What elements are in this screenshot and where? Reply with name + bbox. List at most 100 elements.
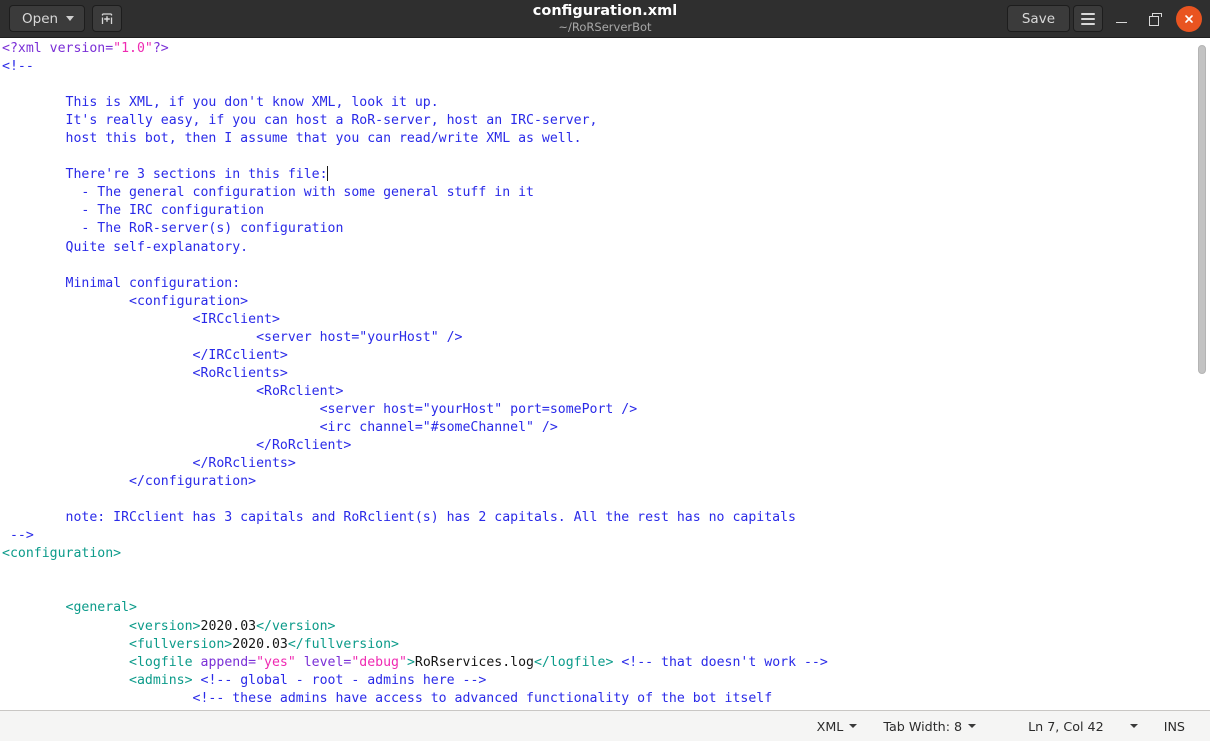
code-token-tag: <admins>	[2, 672, 193, 688]
code-line: <logfile append="yes" level="debug">RoRs…	[2, 654, 828, 672]
code-line: ​	[2, 148, 828, 166]
code-token-comment: <IRCclient>	[2, 311, 280, 327]
code-line: </RoRclient>	[2, 437, 828, 455]
chevron-down-icon	[968, 724, 977, 728]
code-token-comment: - The IRC configuration	[2, 203, 265, 219]
code-token-tag: <configuration>	[2, 546, 122, 562]
code-token-tag: </fullversion>	[287, 636, 399, 652]
code-token-comment: e.g.: restart/shutdown/add a server/...	[2, 709, 503, 710]
code-line: -->	[2, 527, 828, 545]
new-tab-icon	[101, 12, 113, 24]
minimize-icon	[1115, 21, 1127, 24]
cursor-position-label: Ln 7, Col 42	[1028, 718, 1104, 734]
code-token-comment: <!--	[2, 59, 34, 75]
code-line: <IRCclient>	[2, 311, 828, 329]
editor-area[interactable]: <?xml version="1.0"?><!--​ This is XML, …	[0, 38, 1210, 710]
code-token-comment: <server host="yourHost" />	[2, 329, 463, 345]
code-line: ​	[2, 257, 828, 275]
code-token-comment: <RoRclients>	[2, 365, 288, 381]
insert-mode-label: INS	[1163, 718, 1185, 734]
code-token-comment: <server host="yourHost" port=somePort />	[2, 401, 638, 417]
status-bar: XML Tab Width: 8 Ln 7, Col 42 INS	[0, 710, 1210, 741]
code-text[interactable]: <?xml version="1.0"?><!--​ This is XML, …	[0, 38, 828, 710]
code-line: ​	[2, 581, 828, 599]
code-token-comment: </RoRclient>	[2, 438, 352, 454]
chevron-down-icon	[1129, 724, 1138, 728]
code-token-comment: - The general configuration with some ge…	[2, 185, 534, 201]
code-line: ​	[2, 76, 828, 94]
code-token-tag: </version>	[256, 618, 336, 634]
code-line: <irc channel="#someChannel" />	[2, 419, 828, 437]
close-icon	[1185, 14, 1193, 23]
code-line: </IRCclient>	[2, 347, 828, 365]
new-tab-button[interactable]	[92, 5, 123, 32]
language-selector[interactable]: XML	[804, 712, 871, 741]
chevron-down-icon	[849, 724, 858, 728]
code-line: </RoRclients>	[2, 455, 828, 473]
code-line: - The general configuration with some ge…	[2, 184, 828, 202]
cursor-position-dropdown[interactable]	[1117, 712, 1151, 741]
hamburger-menu-button[interactable]	[1073, 5, 1103, 32]
code-line: ​	[2, 491, 828, 509]
close-button[interactable]	[1176, 5, 1202, 32]
code-line: <RoRclients>	[2, 365, 828, 383]
insert-mode-indicator: INS	[1151, 712, 1198, 741]
open-button[interactable]: Open	[9, 5, 86, 32]
code-token-tag: </logfile>	[533, 654, 614, 670]
code-token-comment: <!-- global - root - admins here -->	[200, 672, 487, 688]
code-token-comment: This is XML, if you don't know XML, look…	[2, 95, 439, 111]
open-button-label: Open	[22, 10, 59, 27]
code-line: This is XML, if you don't know XML, look…	[2, 94, 828, 112]
code-line: host this bot, then I assume that you ca…	[2, 130, 828, 148]
code-token-tag: <fullversion>	[2, 636, 233, 652]
code-token-text: 2020.03	[200, 618, 257, 634]
code-line: <?xml version="1.0"?>	[2, 40, 828, 58]
code-token-tag: <general>	[2, 600, 137, 616]
code-line: <RoRclient>	[2, 383, 828, 401]
code-token-comment: - The RoR-server(s) configuration	[2, 221, 344, 237]
code-token-text: 2020.03	[232, 636, 288, 652]
code-line: e.g.: restart/shutdown/add a server/...	[2, 708, 828, 710]
title-bar: Open configuration.xml ~/RoRServerBot Sa…	[0, 0, 1210, 38]
vertical-scrollbar-thumb[interactable]	[1198, 45, 1206, 374]
cursor-position-selector[interactable]: Ln 7, Col 42	[1015, 712, 1117, 741]
code-token-comment: <!-- that doesn't work -->	[621, 654, 828, 670]
code-token-str: "debug"	[351, 654, 407, 670]
file-path-subtitle: ~/RoRServerBot	[558, 20, 652, 34]
tab-width-selector[interactable]: Tab Width: 8	[870, 712, 989, 741]
code-token-tag: >	[406, 654, 415, 670]
text-cursor	[326, 166, 329, 182]
maximize-button[interactable]	[1139, 5, 1169, 33]
code-token-comment: note: IRCclient has 3 capitals and RoRcl…	[2, 510, 796, 526]
code-token-comment: There're 3 sections in this file:	[2, 167, 328, 183]
maximize-icon	[1148, 13, 1162, 26]
code-token-pi: <?xml version=	[2, 41, 114, 56]
code-token-comment: </configuration>	[2, 474, 257, 490]
code-line: Minimal configuration:	[2, 275, 828, 293]
code-token-str: "yes"	[256, 654, 296, 670]
code-token-comment: <irc channel="#someChannel" />	[2, 419, 558, 435]
language-label: XML	[816, 718, 844, 734]
minimize-button[interactable]	[1106, 5, 1136, 33]
code-token-attr: level=	[295, 654, 352, 670]
code-line: <server host="yourHost" port=somePort />	[2, 401, 828, 419]
vertical-scrollbar[interactable]	[1198, 38, 1206, 710]
code-token-text: RoRservices.log	[414, 654, 534, 670]
code-token-comment: <!-- these admins have access to advance…	[2, 690, 773, 706]
code-token-comment: It's really easy, if you can host a RoR-…	[2, 113, 598, 129]
title-bar-left-controls: Open	[0, 5, 123, 32]
tab-width-label: Tab Width: 8	[883, 718, 963, 734]
code-line: </configuration>	[2, 473, 828, 491]
code-token-comment: Quite self-explanatory.	[2, 239, 249, 255]
code-line: ​	[2, 563, 828, 581]
code-line: - The RoR-server(s) configuration	[2, 220, 828, 238]
code-line: There're 3 sections in this file:	[2, 166, 828, 184]
save-button[interactable]: Save	[1006, 5, 1070, 32]
code-line: <!-- these admins have access to advance…	[2, 690, 828, 708]
code-line: <configuration>	[2, 293, 828, 311]
code-token-tag: <version>	[2, 618, 201, 634]
code-token-comment: host this bot, then I assume that you ca…	[2, 131, 582, 147]
hamburger-menu-icon	[1081, 12, 1095, 25]
code-line: <server host="yourHost" />	[2, 329, 828, 347]
